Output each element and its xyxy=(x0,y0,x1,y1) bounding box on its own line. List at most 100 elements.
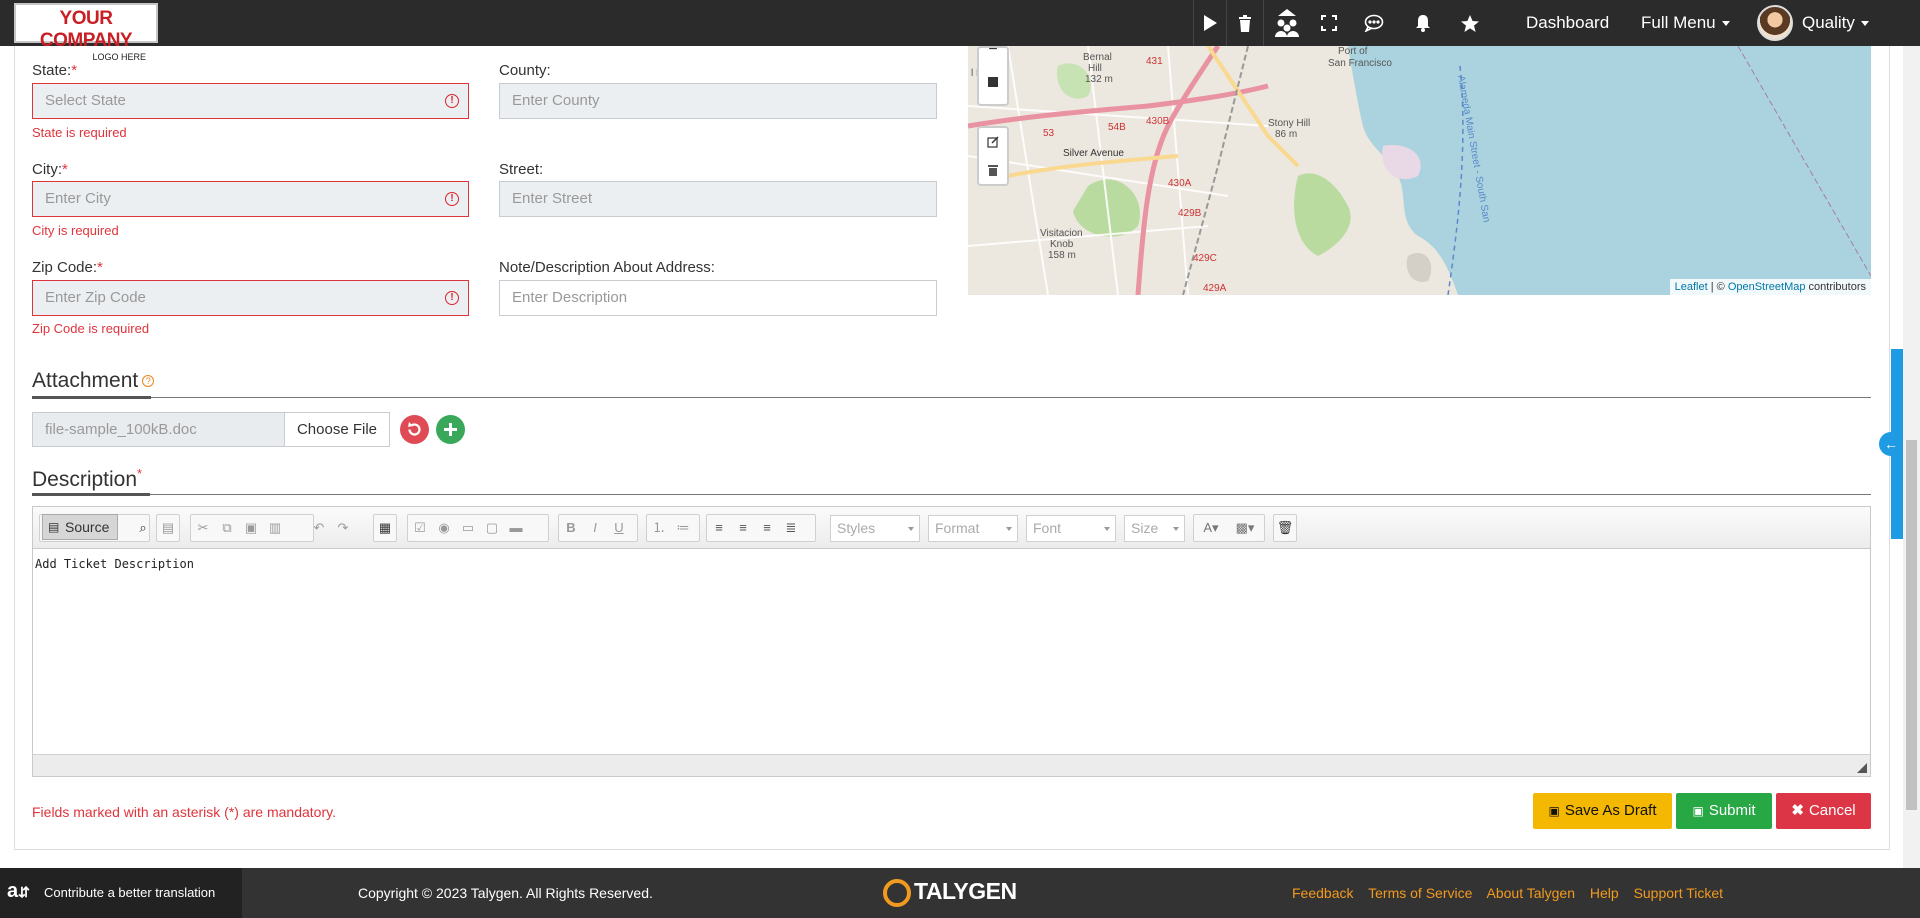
map-attribution: Leaflet | © OpenStreetMap contributors xyxy=(1669,279,1871,295)
leaflet-link[interactable]: Leaflet xyxy=(1675,281,1708,293)
dashboard-link[interactable]: Dashboard xyxy=(1526,0,1609,46)
styles-select[interactable]: Styles xyxy=(830,515,920,542)
bell-icon[interactable] xyxy=(1399,0,1447,46)
state-select[interactable]: Select State ! xyxy=(32,83,469,119)
editor-content[interactable]: Add Ticket Description xyxy=(33,549,1870,756)
feedback-link[interactable]: Feedback xyxy=(1292,885,1353,901)
contribute-translation-link[interactable]: Contribute a better translation xyxy=(0,868,242,918)
align-center-icon[interactable]: ≡ xyxy=(731,516,755,540)
undo-icon[interactable]: ↶ xyxy=(307,516,331,540)
terms-link[interactable]: Terms of Service xyxy=(1368,885,1472,901)
zip-input[interactable]: Enter Zip Code ! xyxy=(32,280,469,316)
choose-file-button[interactable]: Choose File xyxy=(284,412,390,447)
text-color-icon[interactable]: A▾ xyxy=(1194,516,1228,540)
svg-text:430B: 430B xyxy=(1146,116,1170,127)
bulleted-list-icon[interactable]: ≔ xyxy=(671,516,695,540)
osm-link[interactable]: OpenStreetMap xyxy=(1728,281,1806,293)
reset-button[interactable] xyxy=(400,415,429,444)
svg-text:Stony Hill: Stony Hill xyxy=(1268,118,1310,129)
bold-icon[interactable]: B xyxy=(559,516,583,540)
map-zoom-control: − xyxy=(977,42,1009,106)
svg-text:431: 431 xyxy=(1146,56,1163,67)
justify-icon[interactable]: ≣ xyxy=(779,516,803,540)
align-left-icon[interactable]: ≡ xyxy=(707,516,731,540)
svg-text:Visitacion: Visitacion xyxy=(1040,228,1083,239)
textarea-icon[interactable]: ▢ xyxy=(480,516,504,540)
align-right-icon[interactable]: ≡ xyxy=(755,516,779,540)
svg-text:86 m: 86 m xyxy=(1275,129,1297,140)
select-all-icon[interactable]: ▦ xyxy=(374,516,396,540)
source-button[interactable]: ▤ Source xyxy=(42,514,118,540)
paste-icon[interactable]: ▣ xyxy=(239,516,263,540)
svg-text:53: 53 xyxy=(1043,128,1055,139)
county-label: County: xyxy=(499,62,551,79)
underline-icon[interactable]: U xyxy=(607,516,631,540)
scrollbar-thumb[interactable] xyxy=(1906,440,1917,810)
help-link[interactable]: Help xyxy=(1590,885,1619,901)
city-label: City:* xyxy=(32,161,68,178)
svg-text:158 m: 158 m xyxy=(1048,250,1076,261)
submit-button[interactable]: ▣ Submit xyxy=(1676,793,1772,829)
avatar[interactable] xyxy=(1757,5,1793,41)
toolbar-group-lists: ⒈ ≔ xyxy=(646,514,700,542)
italic-icon[interactable]: I xyxy=(583,516,607,540)
about-link[interactable]: About Talygen xyxy=(1487,885,1575,901)
top-navbar: YOUR COMPANY LOGO HERE Dashboard Full Me… xyxy=(0,0,1920,62)
textfield-icon[interactable]: ▭ xyxy=(456,516,480,540)
logo-text: YOUR COMPANY xyxy=(39,8,133,51)
svg-text:132 m: 132 m xyxy=(1085,74,1113,85)
toolbar-group-clipboard: ✂ ⧉ ▣ ▥ xyxy=(190,514,314,542)
add-attachment-button[interactable] xyxy=(436,415,465,444)
remove-format-icon[interactable]: 🗑 xyxy=(1274,516,1296,540)
save-as-draft-button[interactable]: ▣ Save As Draft xyxy=(1533,793,1672,829)
delete-layers-button[interactable] xyxy=(979,156,1007,184)
trash-icon xyxy=(988,165,998,176)
resize-handle-icon[interactable] xyxy=(1857,763,1867,773)
preview-icon[interactable]: ⌕ xyxy=(131,516,155,540)
copy-icon[interactable]: ⧉ xyxy=(215,516,239,540)
edit-layers-button[interactable] xyxy=(979,128,1007,156)
cancel-button[interactable]: ✖ Cancel xyxy=(1776,793,1871,829)
button-icon[interactable]: ▬ xyxy=(504,516,528,540)
font-select[interactable]: Font xyxy=(1026,515,1116,542)
map-edit-control xyxy=(977,126,1009,186)
error-icon: ! xyxy=(445,291,459,305)
full-menu-dropdown[interactable]: Full Menu xyxy=(1641,0,1730,46)
street-input[interactable]: Enter Street xyxy=(499,181,937,217)
draw-rectangle-button[interactable] xyxy=(979,62,1007,102)
toolbar-group-colors: A▾ ▩▾ xyxy=(1193,514,1265,542)
zoom-out-button[interactable]: − xyxy=(979,42,1007,62)
county-input[interactable]: Enter County xyxy=(499,83,937,119)
address-map[interactable]: Bernal Hill 132 m Port of San Francisco Sto… xyxy=(968,46,1871,295)
arrow-left-icon[interactable]: ← xyxy=(1879,432,1903,456)
size-select[interactable]: Size xyxy=(1124,515,1185,542)
team-icon[interactable] xyxy=(1263,0,1309,46)
chat-icon[interactable] xyxy=(1349,0,1399,46)
help-icon[interactable]: ? xyxy=(142,375,155,388)
trash-icon[interactable] xyxy=(1226,0,1263,46)
bg-color-icon[interactable]: ▩▾ xyxy=(1228,516,1262,540)
note-input[interactable]: Enter Description xyxy=(499,280,937,316)
numbered-list-icon[interactable]: ⒈ xyxy=(647,516,671,540)
fullscreen-icon[interactable] xyxy=(1309,0,1349,46)
svg-text:Hill: Hill xyxy=(1088,63,1102,74)
divider xyxy=(32,397,1871,398)
play-icon[interactable] xyxy=(1193,0,1226,46)
cut-icon[interactable]: ✂ xyxy=(191,516,215,540)
svg-text:Bernal: Bernal xyxy=(1083,52,1112,63)
checkbox-icon[interactable]: ☑ xyxy=(408,516,432,540)
radio-icon[interactable]: ◉ xyxy=(432,516,456,540)
city-input[interactable]: Enter City ! xyxy=(32,181,469,217)
support-ticket-link[interactable]: Support Ticket xyxy=(1634,885,1724,901)
svg-text:54B: 54B xyxy=(1108,122,1126,133)
star-icon[interactable] xyxy=(1447,0,1493,46)
toolbar-group-basic: B I U xyxy=(558,514,638,542)
format-select[interactable]: Format xyxy=(928,515,1018,542)
templates-icon[interactable]: ▤ xyxy=(157,516,179,540)
title-underline xyxy=(32,396,151,399)
redo-icon[interactable]: ↷ xyxy=(331,516,355,540)
user-menu-dropdown[interactable]: Quality xyxy=(1802,0,1869,46)
mandatory-note: Fields marked with an asterisk (*) are m… xyxy=(32,804,336,820)
paste-text-icon[interactable]: ▥ xyxy=(263,516,287,540)
company-logo[interactable]: YOUR COMPANY LOGO HERE xyxy=(14,3,158,62)
